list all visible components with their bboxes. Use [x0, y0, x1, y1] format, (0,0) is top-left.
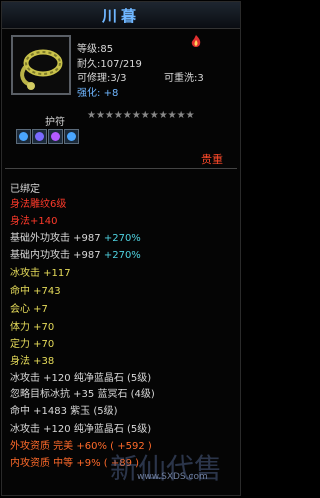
- item-icon-slot[interactable]: [11, 35, 71, 95]
- property-hit: 命中 +743: [10, 286, 61, 297]
- watermark-logo: 新仙代售: [110, 452, 222, 485]
- charm-label: 护符: [45, 117, 65, 128]
- property-percent: +270%: [103, 250, 141, 261]
- star-rating: ★★★★★★★★★★★★: [87, 110, 195, 121]
- socket-gem-3[interactable]: [48, 129, 63, 144]
- level-stat: 等级:85: [77, 44, 114, 55]
- socket-gem-2[interactable]: [32, 129, 47, 144]
- divider: [5, 168, 237, 169]
- enhance-value: +8: [103, 88, 119, 99]
- enhance-label: 强化:: [77, 88, 101, 99]
- property-percent: +270%: [103, 233, 141, 244]
- repairable-stat: 可修理:3/3: [77, 73, 127, 84]
- flame-icon: [191, 35, 201, 47]
- enhance-stat: 强化: +8: [77, 84, 118, 99]
- socket-gem-4[interactable]: [64, 129, 79, 144]
- property-ice-attack: 冰攻击 +117: [10, 268, 71, 279]
- gem-line-4: 冰攻击 +120 纯净蓝晶石 (5级): [10, 424, 152, 435]
- property-bound: 已绑定: [10, 184, 40, 195]
- property-text: 基础外功攻击 +987: [10, 233, 101, 244]
- reset-stat: 可重洗:3: [164, 73, 204, 84]
- watermark-url: www.SXDS.com: [137, 472, 208, 482]
- title-bar: 川暮: [2, 2, 240, 29]
- property-base-internal-attack: 基础内功攻击 +987 +270%: [10, 246, 141, 261]
- property-willpower: 定力 +70: [10, 339, 55, 350]
- jade-rope-ring-icon: [13, 37, 69, 93]
- property-agility: 身法 +38: [10, 356, 55, 367]
- property-base-external-attack: 基础外功攻击 +987 +270%: [10, 229, 141, 244]
- gem-line-1: 冰攻击 +120 纯净蓝晶石 (5级): [10, 373, 152, 384]
- gem-line-2: 忽略目标冰抗 +35 蓝冥石 (4级): [10, 389, 155, 400]
- property-text: 基础内功攻击 +987: [10, 250, 101, 261]
- property-stamina: 体力 +70: [10, 322, 55, 333]
- socket-gem-1[interactable]: [16, 129, 31, 144]
- precious-label: 贵重: [201, 153, 223, 166]
- item-name: 川暮: [101, 6, 140, 25]
- property-engraving: 身法雕纹6级: [10, 199, 67, 210]
- property-critical: 会心 +7: [10, 304, 48, 315]
- durability-stat: 耐久:107/219: [77, 59, 142, 70]
- gem-line-3: 命中 +1483 紫玉 (5级): [10, 406, 118, 417]
- item-tooltip-panel: 川暮 等级:85 耐久:107/219 可修理:3/3 可重洗:3 强化: +8…: [1, 1, 241, 496]
- property-agility-bonus: 身法+140: [10, 216, 58, 227]
